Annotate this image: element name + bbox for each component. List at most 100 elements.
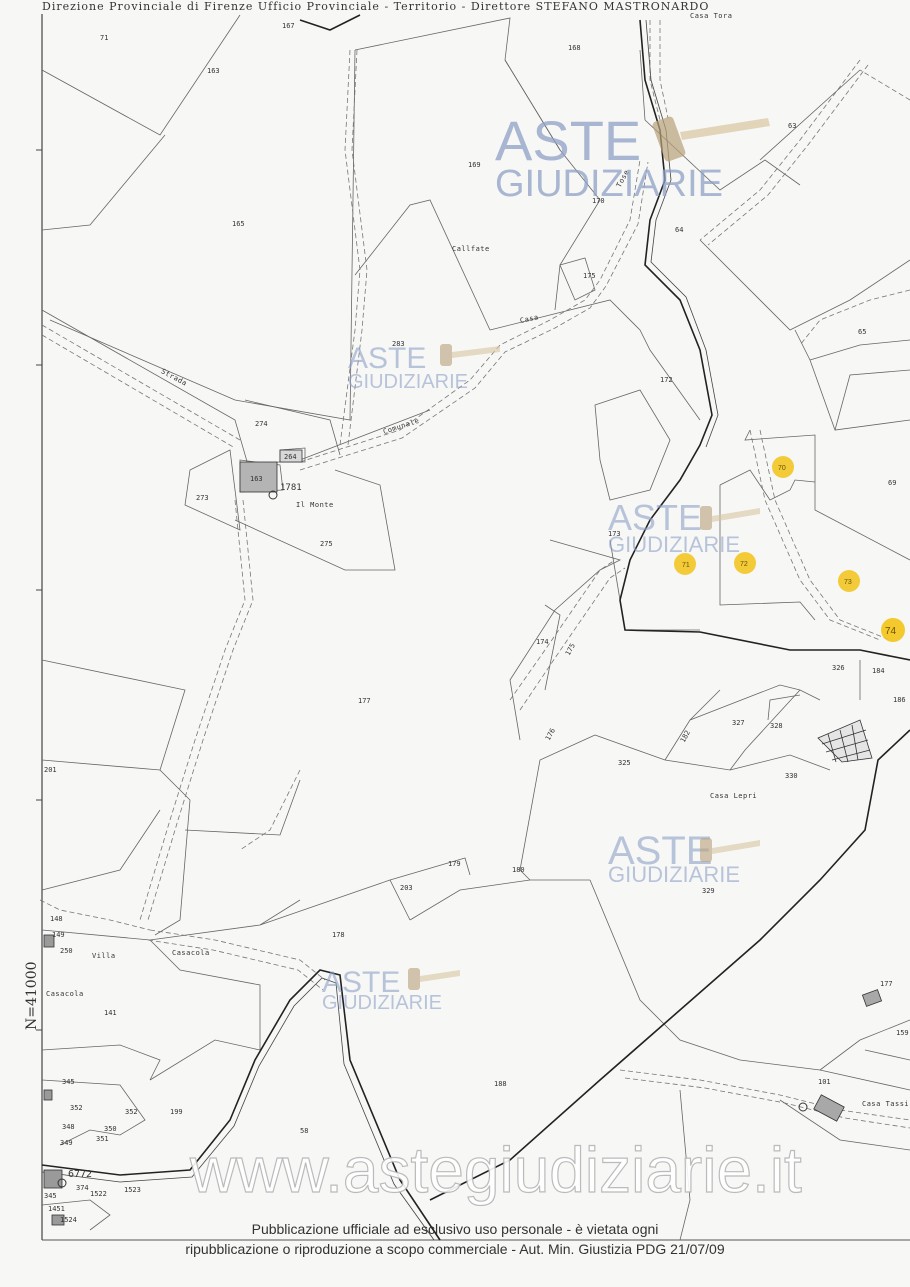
parcel-number: 6772	[68, 1169, 92, 1180]
watermark-giudiziarie: GIUDIZIARIE	[322, 992, 442, 1014]
parcel-number: 327	[732, 719, 745, 727]
parcel-number: 186	[893, 696, 906, 704]
watermark-giudiziarie: GIUDIZIARIE	[608, 862, 740, 887]
parcel-number: 64	[675, 226, 683, 234]
marker-72: 72	[740, 561, 748, 568]
aste-watermark: ASTE GIUDIZIARIE	[608, 829, 760, 887]
parcel-number: 330	[785, 772, 798, 780]
marker-70: 70	[778, 465, 786, 472]
parcel-number: 182	[679, 729, 692, 744]
marker-74: 74	[885, 626, 897, 637]
parcel-number: 326	[832, 664, 845, 672]
gavel-icon	[700, 506, 760, 530]
parcel-number: 180	[512, 866, 525, 874]
parcel-number: 163	[250, 475, 263, 483]
aste-watermark-large: ASTE GIUDIZIARIE	[495, 109, 770, 205]
parcel-number: 71	[100, 34, 108, 42]
parcel-number: 141	[104, 1009, 117, 1017]
cadastral-map: Direzione Provinciale di Firenze Ufficio…	[24, 0, 910, 1241]
parcel-number: 165	[232, 220, 245, 228]
parcel-number: 345	[44, 1192, 57, 1200]
coordinate-label: N=41000	[24, 961, 40, 1030]
parcel-number: 264	[284, 453, 297, 461]
parcel-number: 188	[494, 1080, 507, 1088]
place-label: Comunale	[382, 417, 420, 436]
parcel-number: 350	[104, 1125, 117, 1133]
brand-watermarks: ASTE GIUDIZIARIE ASTE GIUDIZIARIE ASTE G…	[322, 109, 770, 1014]
place-label: Strada	[160, 367, 189, 387]
url-watermark: www.astegiudiziarie.it	[189, 1134, 802, 1206]
parcel-number: 1523	[124, 1186, 141, 1194]
place-labels: Casa Tora Callfate Strada Casa Il Monte …	[46, 12, 909, 1108]
main-roads	[41, 14, 910, 1241]
place-label: Casacola	[46, 990, 84, 998]
gavel-icon	[652, 116, 770, 162]
marker-73: 73	[844, 579, 852, 586]
parcel-number: 175	[564, 642, 577, 657]
parcel-number: 169	[468, 161, 481, 169]
parcel-number: 101	[818, 1078, 831, 1086]
parcel-number: 274	[255, 420, 268, 428]
place-label: Casa	[519, 313, 539, 325]
parcel-number: 352	[125, 1108, 138, 1116]
disclaimer-line-1: Pubblicazione ufficiale ad esclusivo uso…	[251, 1221, 659, 1237]
marker-71: 71	[682, 562, 690, 569]
parcel-number: 203	[400, 884, 413, 892]
gavel-icon	[408, 968, 460, 990]
parcel-number: 167	[282, 22, 295, 30]
parcel-number: 172	[660, 376, 673, 384]
parcel-number: 275	[320, 540, 333, 548]
parcel-number: 63	[788, 122, 796, 130]
parcel-number: 328	[770, 722, 783, 730]
parcel-number: 174	[536, 638, 549, 646]
place-label: Villa	[92, 952, 116, 960]
parcel-number: 349	[60, 1139, 73, 1147]
parcel-number: 65	[858, 328, 866, 336]
parcel-number: 148	[50, 915, 63, 923]
parcel-number: 273	[196, 494, 209, 502]
parcel-number: 179	[448, 860, 461, 868]
gavel-icon	[700, 838, 760, 862]
map-header: Direzione Provinciale di Firenze Ufficio…	[42, 0, 709, 13]
hatched-area	[817, 719, 873, 763]
parcel-number: 374	[76, 1184, 89, 1192]
parcel-number: 329	[702, 887, 715, 895]
parcel-number: 325	[618, 759, 631, 767]
watermark-giudiziarie: GIUDIZIARIE	[608, 532, 740, 557]
parcel-number: 69	[888, 479, 896, 487]
parcel-number: 163	[207, 67, 220, 75]
parcel-number: 201	[44, 766, 57, 774]
watermark-giudiziarie: GIUDIZIARIE	[495, 163, 723, 205]
parcel-numbers: 71 167 168 163 169 170 165 64 175 63 283…	[44, 22, 909, 1224]
parcel-number: 1781	[280, 483, 302, 493]
parcel-number: 177	[880, 980, 893, 988]
parcel-number: 250	[60, 947, 73, 955]
parcel-number: 175	[583, 272, 596, 280]
place-label: Casa Tora	[690, 12, 732, 20]
parcel-number: 178	[332, 931, 345, 939]
disclaimer-line-2: ripubblicazione o riproduzione a scopo c…	[185, 1241, 725, 1257]
watermark-giudiziarie: GIUDIZIARIE	[348, 371, 468, 393]
gavel-icon	[440, 344, 500, 366]
place-label: Casa Lepri	[710, 792, 757, 800]
parcel-number: 1522	[90, 1190, 107, 1198]
parcel-boundaries	[41, 14, 910, 1241]
parcel-number: 351	[96, 1135, 109, 1143]
aste-watermark: ASTE GIUDIZIARIE	[608, 497, 760, 557]
place-label: Casa Tassi	[862, 1100, 909, 1108]
parcel-number: 149	[52, 931, 65, 939]
aste-watermark: ASTE GIUDIZIARIE	[322, 966, 460, 1014]
parcel-number: 184	[872, 667, 885, 675]
parcel-number: 199	[170, 1108, 183, 1116]
parcel-number: 177	[358, 697, 371, 705]
place-label: Il Monte	[296, 501, 334, 509]
place-label: Callfate	[452, 245, 490, 253]
parcel-number: 348	[62, 1123, 75, 1131]
parcel-number: 1451	[48, 1205, 65, 1213]
parcel-number: 176	[544, 727, 557, 742]
parcel-number: 352	[70, 1104, 83, 1112]
parcel-number: 345	[62, 1078, 75, 1086]
roads	[39, 20, 910, 1129]
place-label: Casacola	[172, 949, 210, 957]
parcel-number: 168	[568, 44, 581, 52]
